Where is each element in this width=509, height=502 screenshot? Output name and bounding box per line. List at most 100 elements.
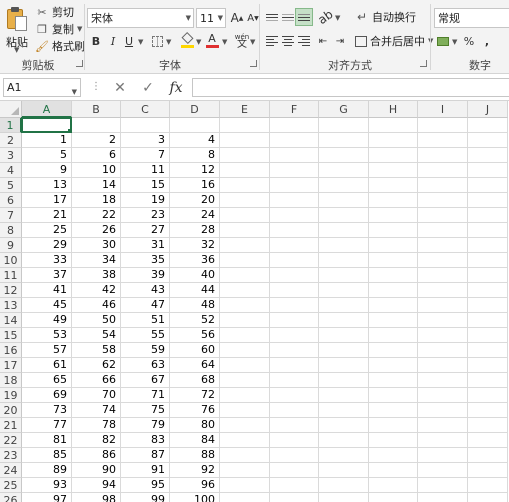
accounting-format-button[interactable] bbox=[434, 32, 452, 50]
cell[interactable]: 97 bbox=[22, 493, 72, 502]
cell[interactable] bbox=[418, 268, 468, 283]
cell[interactable]: 61 bbox=[22, 358, 72, 373]
cell[interactable]: 92 bbox=[170, 463, 220, 478]
cell[interactable] bbox=[369, 448, 418, 463]
cell[interactable]: 55 bbox=[121, 328, 170, 343]
cell[interactable]: 80 bbox=[170, 418, 220, 433]
cell[interactable] bbox=[468, 178, 508, 193]
font-size-combo[interactable]: 11 ▼ bbox=[196, 8, 226, 28]
cell[interactable]: 77 bbox=[22, 418, 72, 433]
clipboard-launcher-icon[interactable] bbox=[76, 60, 83, 67]
cell[interactable] bbox=[270, 148, 319, 163]
cell[interactable] bbox=[319, 328, 369, 343]
cell[interactable] bbox=[468, 193, 508, 208]
row-header[interactable]: 15 bbox=[0, 328, 22, 343]
cell[interactable] bbox=[270, 403, 319, 418]
cell[interactable] bbox=[369, 268, 418, 283]
cell[interactable] bbox=[220, 163, 270, 178]
cell[interactable] bbox=[220, 238, 270, 253]
cell[interactable] bbox=[418, 133, 468, 148]
row-header[interactable]: 6 bbox=[0, 193, 22, 208]
font-color-dropdown-icon[interactable]: ▼ bbox=[222, 38, 227, 46]
cell[interactable] bbox=[270, 298, 319, 313]
cell[interactable]: 73 bbox=[22, 403, 72, 418]
cell[interactable] bbox=[72, 118, 121, 133]
cell[interactable] bbox=[270, 238, 319, 253]
cell[interactable]: 33 bbox=[22, 253, 72, 268]
cell[interactable]: 88 bbox=[170, 448, 220, 463]
cell[interactable] bbox=[220, 493, 270, 502]
cell[interactable] bbox=[220, 193, 270, 208]
cell[interactable]: 76 bbox=[170, 403, 220, 418]
cell[interactable]: 19 bbox=[121, 193, 170, 208]
cell[interactable]: 66 bbox=[72, 373, 121, 388]
number-format-combo[interactable]: 常规 bbox=[434, 8, 509, 28]
cell[interactable] bbox=[319, 193, 369, 208]
cell[interactable] bbox=[468, 118, 508, 133]
active-cell[interactable] bbox=[21, 117, 72, 133]
font-name-combo[interactable]: 宋体 ▼ bbox=[87, 8, 194, 28]
cell[interactable]: 9 bbox=[22, 163, 72, 178]
cell[interactable] bbox=[418, 298, 468, 313]
cell[interactable] bbox=[220, 133, 270, 148]
cell[interactable] bbox=[220, 268, 270, 283]
cell[interactable]: 3 bbox=[121, 133, 170, 148]
cell[interactable]: 15 bbox=[121, 178, 170, 193]
column-header[interactable]: A bbox=[22, 101, 72, 118]
cell[interactable]: 48 bbox=[170, 298, 220, 313]
cell[interactable] bbox=[369, 313, 418, 328]
cell[interactable]: 41 bbox=[22, 283, 72, 298]
cell[interactable] bbox=[369, 298, 418, 313]
cell[interactable] bbox=[418, 418, 468, 433]
cell[interactable]: 29 bbox=[22, 238, 72, 253]
cell[interactable] bbox=[468, 148, 508, 163]
cell[interactable] bbox=[319, 238, 369, 253]
cell[interactable]: 75 bbox=[121, 403, 170, 418]
cell[interactable] bbox=[369, 433, 418, 448]
cell[interactable] bbox=[220, 388, 270, 403]
cell[interactable]: 30 bbox=[72, 238, 121, 253]
cell[interactable]: 23 bbox=[121, 208, 170, 223]
cell[interactable] bbox=[369, 163, 418, 178]
cell[interactable] bbox=[468, 343, 508, 358]
spreadsheet-grid[interactable]: A B C D E F G H I J 1 2 1 2 3 4 3 5 6 7 8 4 9 10 11 12 5 13 14 15 16 6 1… bbox=[0, 101, 509, 502]
cell[interactable] bbox=[468, 313, 508, 328]
cell[interactable]: 8 bbox=[170, 148, 220, 163]
cell[interactable] bbox=[369, 358, 418, 373]
cell[interactable] bbox=[270, 448, 319, 463]
cell[interactable] bbox=[270, 193, 319, 208]
cell[interactable] bbox=[270, 118, 319, 133]
cell[interactable] bbox=[220, 178, 270, 193]
underline-button[interactable]: U bbox=[120, 32, 138, 50]
orientation-dropdown-icon[interactable]: ▼ bbox=[335, 14, 340, 22]
cell[interactable]: 18 bbox=[72, 193, 121, 208]
bold-button[interactable]: B bbox=[87, 32, 105, 50]
cell[interactable]: 63 bbox=[121, 358, 170, 373]
cell[interactable] bbox=[418, 253, 468, 268]
cut-button[interactable]: ✂ 剪切 bbox=[35, 4, 74, 20]
cell[interactable] bbox=[468, 283, 508, 298]
cell[interactable] bbox=[468, 208, 508, 223]
cell[interactable] bbox=[468, 358, 508, 373]
cell[interactable] bbox=[418, 493, 468, 502]
cell[interactable] bbox=[418, 328, 468, 343]
cell[interactable]: 71 bbox=[121, 388, 170, 403]
cell[interactable] bbox=[418, 403, 468, 418]
cell[interactable]: 57 bbox=[22, 343, 72, 358]
cell[interactable] bbox=[369, 403, 418, 418]
cell[interactable]: 36 bbox=[170, 253, 220, 268]
cell[interactable]: 51 bbox=[121, 313, 170, 328]
cell[interactable] bbox=[319, 133, 369, 148]
cell[interactable] bbox=[418, 148, 468, 163]
row-header[interactable]: 12 bbox=[0, 283, 22, 298]
column-header[interactable]: F bbox=[270, 101, 319, 118]
cell[interactable]: 24 bbox=[170, 208, 220, 223]
cell[interactable]: 25 bbox=[22, 223, 72, 238]
cell[interactable]: 87 bbox=[121, 448, 170, 463]
row-header[interactable]: 7 bbox=[0, 208, 22, 223]
cell[interactable] bbox=[319, 448, 369, 463]
cell[interactable]: 47 bbox=[121, 298, 170, 313]
align-right-button[interactable] bbox=[295, 32, 313, 50]
cell[interactable] bbox=[468, 163, 508, 178]
column-header[interactable]: G bbox=[319, 101, 369, 118]
